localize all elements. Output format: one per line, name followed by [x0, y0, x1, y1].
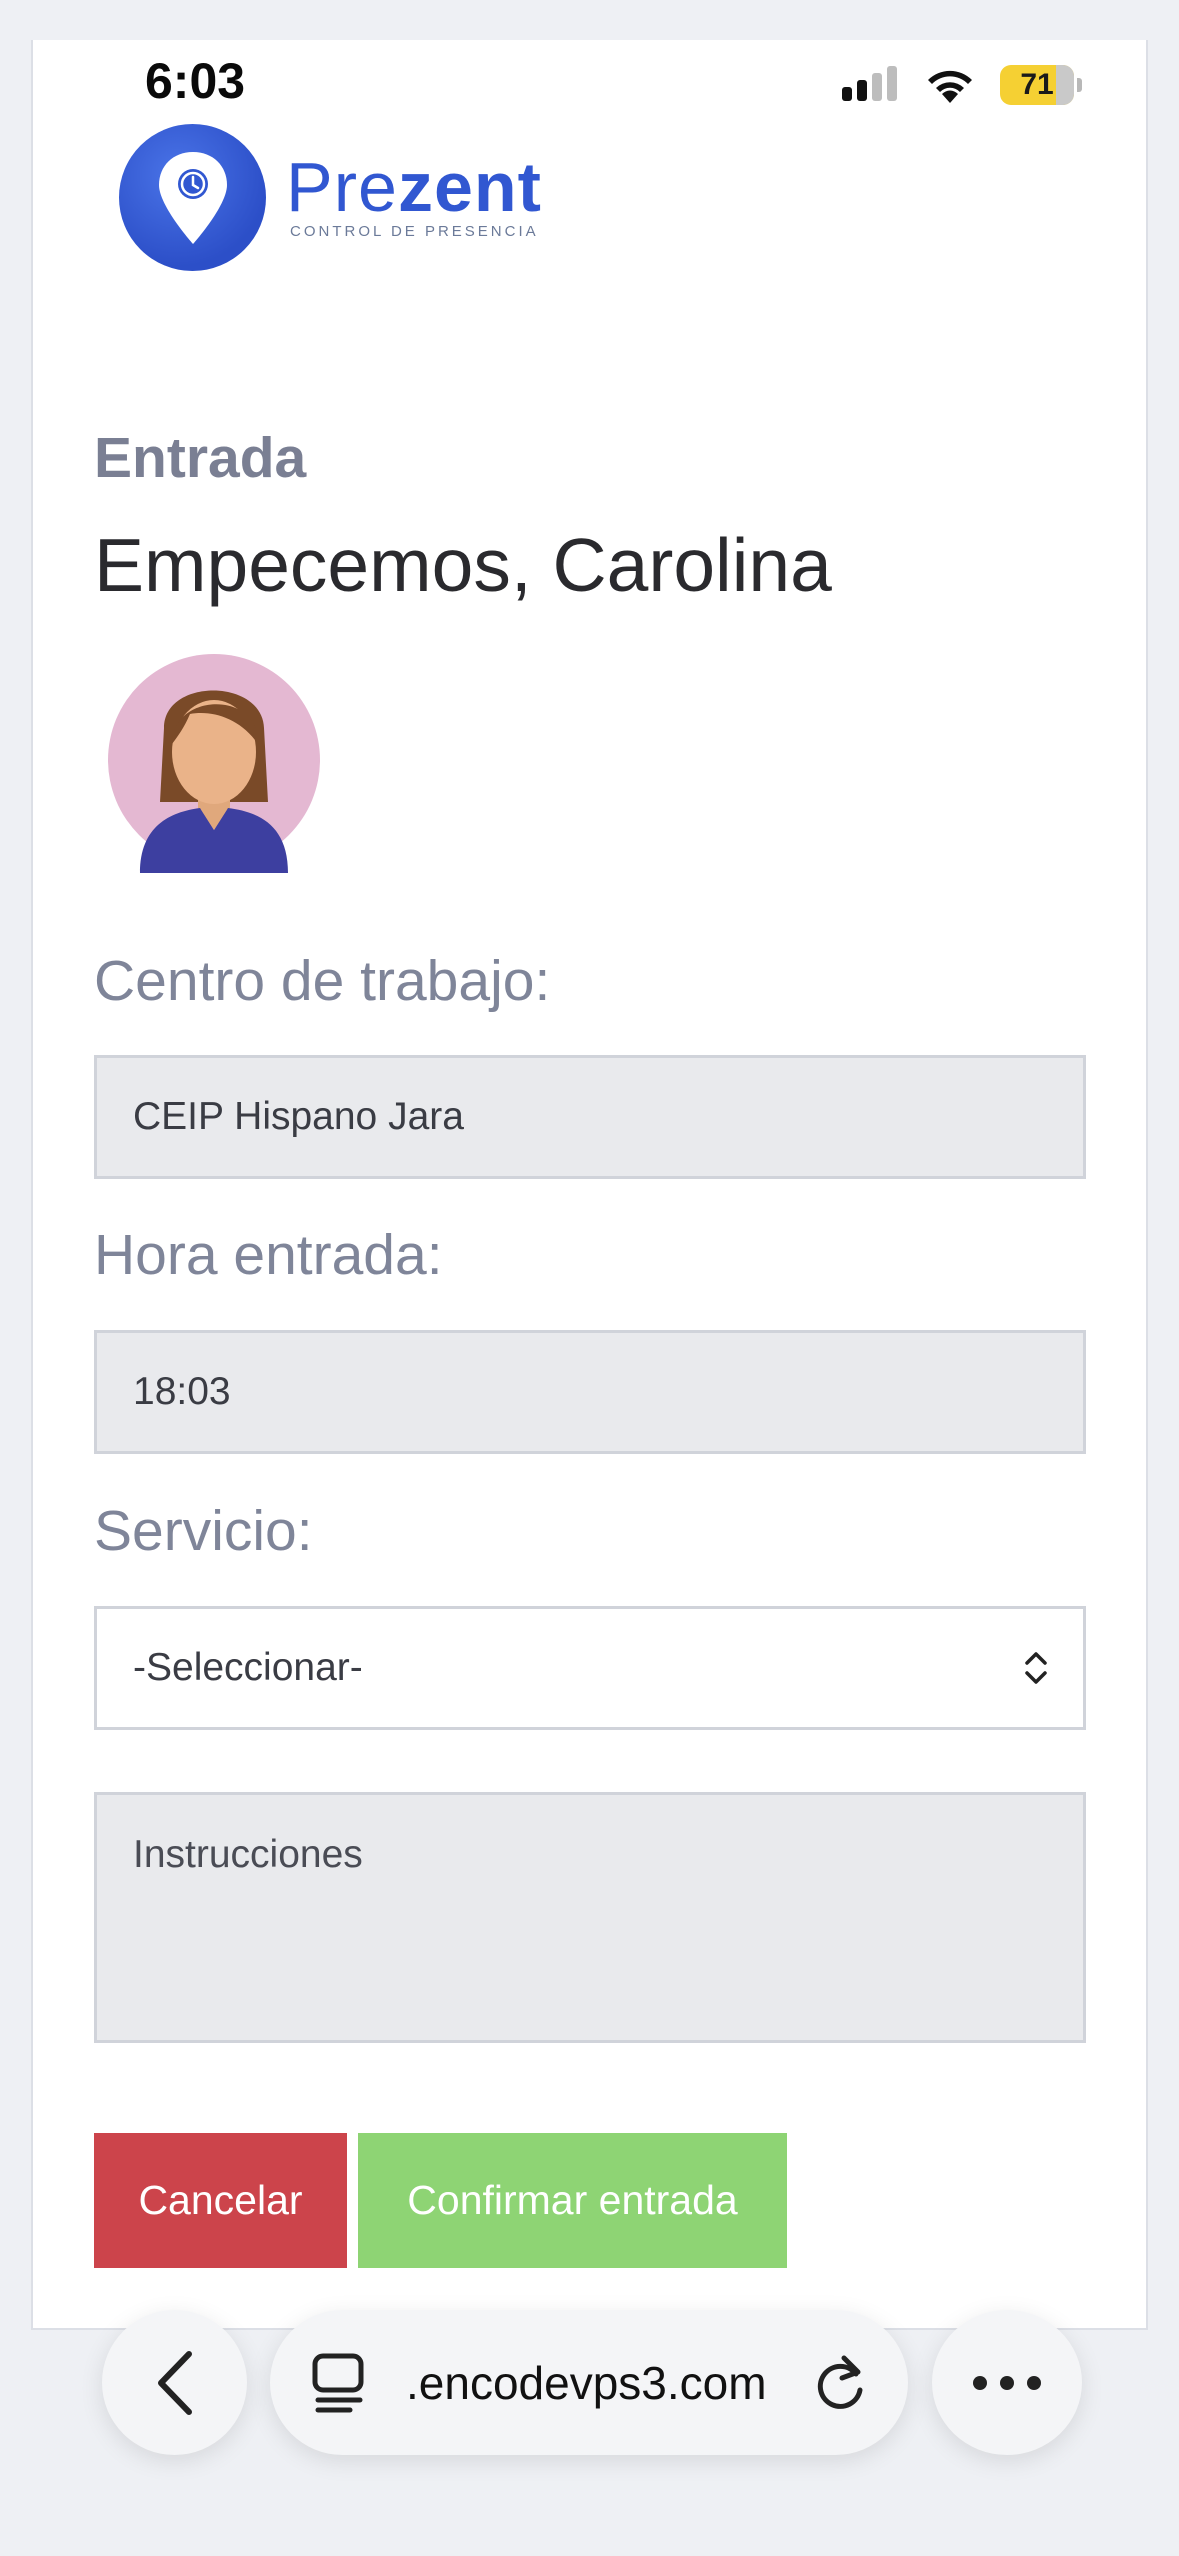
confirm-entry-button[interactable]: Confirmar entrada [358, 2133, 787, 2268]
wifi-icon [928, 70, 972, 103]
address-bar[interactable]: .encodevps3.com [270, 2310, 908, 2455]
status-icons: 71 [840, 60, 1082, 110]
greeting: Empecemos, Carolina [94, 523, 832, 607]
tabs-icon[interactable] [310, 2352, 366, 2414]
url-text: .encodevps3.com [406, 2356, 767, 2409]
section-title: Entrada [94, 426, 307, 490]
status-time: 6:03 [145, 53, 246, 109]
centro-field[interactable]: CEIP Hispano Jara [94, 1055, 1086, 1179]
signal-icon [842, 66, 897, 101]
more-icon [973, 2375, 1041, 2390]
instrucciones-textarea[interactable]: Instrucciones [94, 1792, 1086, 2043]
reload-icon[interactable] [812, 2352, 868, 2414]
battery-icon: 71 [1000, 65, 1082, 105]
brand-tagline: CONTROL DE PRESENCIA [290, 223, 539, 240]
back-button[interactable] [102, 2310, 247, 2455]
centro-label: Centro de trabajo: [94, 949, 551, 1013]
battery-level: 71 [1020, 68, 1054, 101]
servicio-selected: -Seleccionar- [133, 1646, 363, 1689]
hora-label: Hora entrada: [94, 1223, 443, 1287]
back-icon [157, 2350, 192, 2415]
brand-name: Prezent [286, 148, 542, 226]
brand-logo: Prezent CONTROL DE PRESENCIA [119, 124, 542, 271]
avatar [108, 654, 320, 873]
cancel-button[interactable]: Cancelar [94, 2133, 347, 2268]
location-pin-icon [119, 124, 266, 271]
hora-field[interactable]: 18:03 [94, 1330, 1086, 1454]
chevron-updown-icon [1025, 1652, 1047, 1684]
more-button[interactable] [932, 2310, 1082, 2455]
servicio-label: Servicio: [94, 1499, 313, 1563]
servicio-select[interactable]: -Seleccionar- [94, 1606, 1086, 1730]
